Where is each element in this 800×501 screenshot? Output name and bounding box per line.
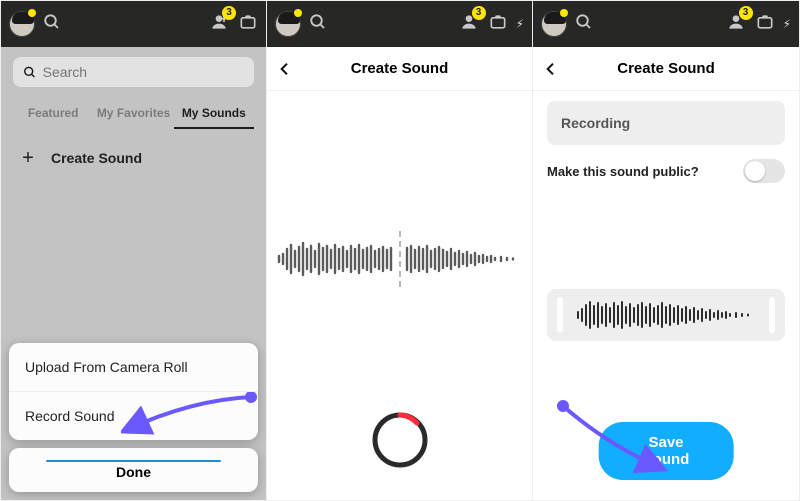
three-panel-screenshot: 3 Featured My Favorites My Sounds + Crea… [0,0,800,501]
search-field[interactable] [43,64,244,80]
create-sound-row[interactable]: + Create Sound [13,133,254,183]
waveform-preview [267,231,532,287]
flip-camera-icon[interactable] [238,12,258,37]
flip-camera-icon[interactable] [488,12,508,37]
notification-badge: 3 [739,6,753,20]
trim-handle-left[interactable] [557,297,563,333]
page-title: Create Sound [351,60,449,77]
page-header: Create Sound [267,47,532,91]
page-title: Create Sound [617,60,715,77]
record-button[interactable] [370,410,430,470]
flash-icon[interactable]: ⚡︎ [783,17,791,31]
panel-sounds-library: 3 Featured My Favorites My Sounds + Crea… [1,1,267,500]
create-sound-label: Create Sound [51,150,142,166]
sound-tabs: Featured My Favorites My Sounds [13,99,254,129]
tab-featured[interactable]: Featured [13,99,93,129]
avatar[interactable] [9,11,35,37]
avatar[interactable] [541,11,567,37]
notification-badge: 3 [472,6,486,20]
add-friend-icon[interactable]: 3 [208,12,230,37]
search-icon[interactable] [309,13,327,36]
waveform-chip-icon [576,297,756,333]
tab-my-sounds[interactable]: My Sounds [174,99,254,129]
notification-badge: 3 [222,6,236,20]
make-public-toggle[interactable] [743,159,785,183]
tab-my-favorites[interactable]: My Favorites [93,99,173,129]
add-friend-icon[interactable]: 3 [458,12,480,37]
flash-icon[interactable]: ⚡︎ [516,17,524,31]
search-input[interactable] [13,57,254,87]
sheet-done-button[interactable]: Done [9,448,258,492]
sheet-record-sound[interactable]: Record Sound [9,392,258,440]
flip-camera-icon[interactable] [755,12,775,37]
action-sheet: Upload From Camera Roll Record Sound Don… [9,343,258,492]
plus-icon: + [17,147,39,169]
make-public-row: Make this sound public? [547,145,785,189]
back-button[interactable] [543,47,559,90]
avatar[interactable] [275,11,301,37]
camera-topbar: 3 ⚡︎ [267,1,532,47]
save-sound-button[interactable]: Save Sound [599,422,734,480]
panel-record-sound: 3 ⚡︎ Create Sound [267,1,533,500]
sheet-upload-camera-roll[interactable]: Upload From Camera Roll [9,343,258,392]
page-header: Create Sound [533,47,799,91]
camera-topbar: 3 ⚡︎ [533,1,799,47]
recording-name-field[interactable]: Recording [547,101,785,145]
waveform-trim[interactable] [547,289,785,341]
camera-topbar: 3 [1,1,266,47]
search-icon[interactable] [575,13,593,36]
panel-save-sound: 3 ⚡︎ Create Sound Recording Make this so… [533,1,799,500]
trim-handle-right[interactable] [769,297,775,333]
waveform-right-icon [405,237,523,281]
search-icon[interactable] [43,13,61,36]
waveform-left-icon [277,237,395,281]
make-public-label: Make this sound public? [547,164,699,179]
add-friend-icon[interactable]: 3 [725,12,747,37]
back-button[interactable] [277,47,293,90]
